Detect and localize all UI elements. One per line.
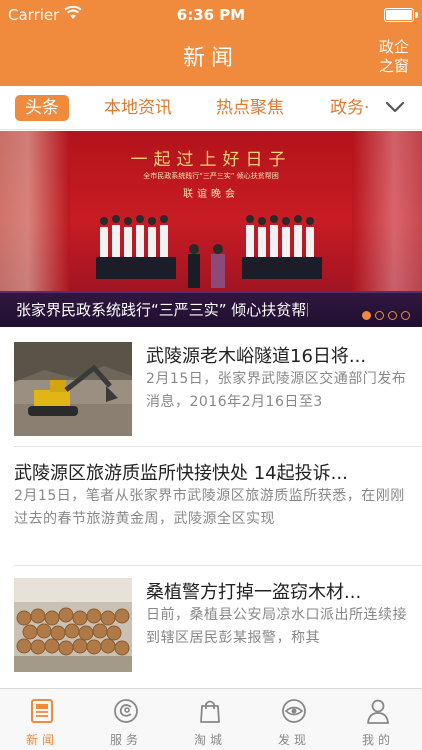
status-bar: Carrier 6:36 PM — [0, 0, 422, 30]
tabbar-item-service[interactable]: 服务 — [84, 689, 168, 750]
battery-icon — [384, 8, 418, 22]
tabbar-item-me[interactable]: 我的 — [336, 689, 420, 750]
carousel-dot[interactable] — [362, 311, 371, 320]
carousel-dot[interactable] — [375, 311, 384, 320]
banner-slogan: 一起过上好日子 — [130, 150, 292, 170]
newspaper-icon — [31, 699, 53, 723]
news-item[interactable]: 武陵源区旅游质监所快接快处 14起投诉... 2月15日，笔者从张家界市武陵源区… — [0, 447, 422, 565]
discover-eye-icon — [282, 699, 306, 723]
carousel-indicator — [358, 305, 410, 320]
choir-photo — [96, 215, 322, 288]
tab-bar: 新闻 服务 淘城 发现 我的 — [0, 688, 422, 750]
news-summary: 2月15日，张家界武陵源区交通部门发布消息，2016年2月16日至3 — [146, 371, 407, 410]
chevron-down-icon[interactable] — [384, 96, 406, 118]
tabbar-item-shop[interactable]: 淘城 — [168, 689, 252, 750]
category-tabs: 头条 本地资讯 热点聚焦 政务· — [0, 86, 422, 130]
shopping-bag-icon — [200, 700, 220, 723]
tab-headlines[interactable]: 头条 — [15, 95, 69, 121]
banner-caption-bar: 张家界民政系统践行“三严三实” 倾心扶贫帮困... — [0, 293, 422, 327]
news-summary: 日前，桑植县公安局凉水口派出所连续接到辖区居民彭某报警，称其 — [146, 607, 407, 646]
tab-local-news[interactable]: 本地资讯 — [104, 95, 172, 121]
app: Carrier 6:36 PM 新闻 政企之窗 头条 本地资讯 热点聚焦 政务·… — [0, 0, 422, 750]
tabbar-label: 新闻 — [25, 733, 58, 747]
carousel-dot[interactable] — [388, 311, 397, 320]
banner-event: 联谊晚会 — [183, 189, 239, 200]
service-icon — [114, 699, 138, 723]
carousel-dot[interactable] — [401, 311, 410, 320]
tabbar-label: 淘城 — [193, 733, 226, 747]
featured-banner[interactable]: 一起过上好日子 全市民政系统践行“三严三实” 倾心扶贫帮困 联谊晚会 张家界民政… — [0, 131, 422, 327]
gov-window-button[interactable]: 政企之窗 — [376, 38, 412, 76]
page-title: 新闻 — [182, 46, 239, 71]
news-item[interactable]: 桑植警方打掉一盗窃木材... 日前，桑植县公安局凉水口派出所连续接到辖区居民彭某… — [0, 566, 422, 684]
tabbar-item-discover[interactable]: 发现 — [252, 689, 336, 750]
news-summary: 2月15日，笔者从张家界市武陵源区旅游质监所获悉，在刚刚过去的春节旅游黄金周，武… — [14, 488, 405, 527]
navigation-bar: Carrier 6:36 PM 新闻 政企之窗 — [0, 0, 422, 86]
tabbar-label: 发现 — [277, 733, 310, 747]
tabbar-item-news[interactable]: 新闻 — [0, 689, 84, 750]
clock: 6:36 PM — [176, 6, 246, 24]
tab-hot-topics[interactable]: 热点聚焦 — [216, 95, 284, 121]
news-title: 武陵源老木峪隧道16日将... — [146, 346, 367, 367]
news-title: 桑植警方打掉一盗窃木材... — [146, 582, 362, 603]
logs-thumbnail — [14, 578, 132, 672]
banner-caption: 张家界民政系统践行“三严三实” 倾心扶贫帮困... — [16, 301, 308, 319]
news-item[interactable]: 武陵源老木峪隧道16日将... 2月15日，张家界武陵源区交通部门发布消息，20… — [0, 328, 422, 446]
excavator-thumbnail — [14, 342, 132, 436]
tabbar-label: 我的 — [361, 733, 394, 747]
user-icon — [367, 699, 389, 724]
tabbar-label: 服务 — [109, 733, 142, 747]
banner-subtitle: 全市民政系统践行“三严三实” 倾心扶贫帮困 — [143, 172, 279, 180]
tab-government[interactable]: 政务· — [330, 95, 369, 121]
news-title: 武陵源区旅游质监所快接快处 14起投诉... — [14, 463, 348, 484]
